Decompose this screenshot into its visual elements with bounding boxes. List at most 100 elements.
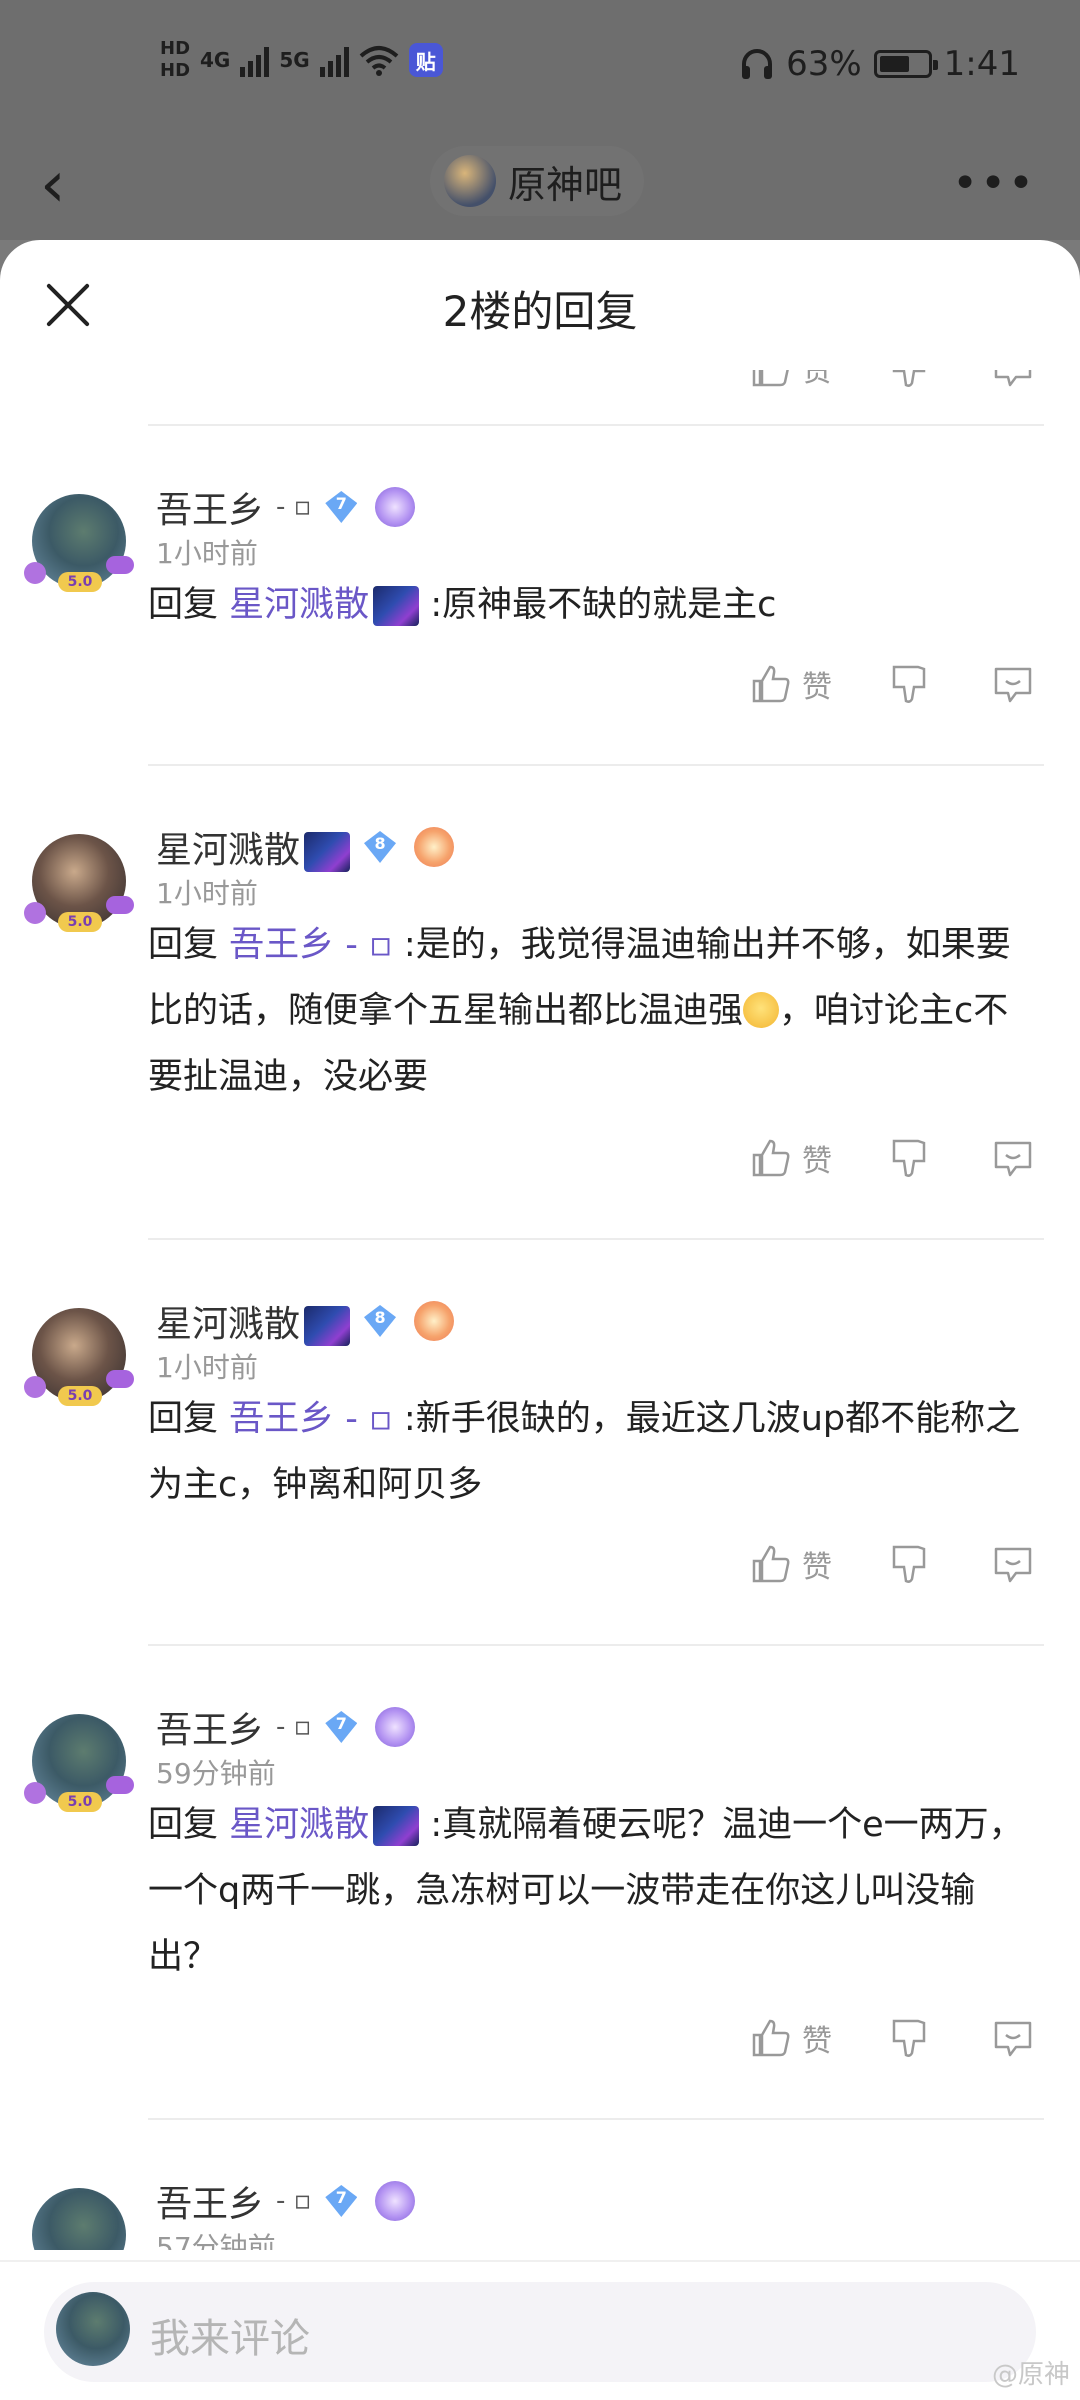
signal-icon xyxy=(240,43,270,77)
username[interactable]: 星河溅散 xyxy=(156,1295,351,1347)
comment-button[interactable] xyxy=(992,2017,1034,2059)
sheet-header: 2楼的回复 xyxy=(0,240,1080,370)
comment-button[interactable] xyxy=(992,1137,1034,1179)
username[interactable]: 星河溅散 xyxy=(156,821,351,873)
comment-icon xyxy=(994,1547,1032,1583)
reply-text: 回复 吾王乡 - ▫ :是的，我觉得温迪输出并不够，如果要比的话，随便拿个五星输… xyxy=(148,912,1028,1110)
reply-prefix: 回复 xyxy=(148,1399,219,1439)
like-button[interactable]: 赞 xyxy=(750,2016,832,2060)
replies-sheet: 2楼的回复 赞 5.0 吾王乡 - ▫ 7 1小时前 回复 星河溅散:原神最不… xyxy=(0,240,1080,2400)
wifi-icon xyxy=(359,46,399,76)
avatar[interactable]: 5.0 xyxy=(24,494,134,592)
avatar[interactable]: 5.0 xyxy=(32,2188,126,2250)
username[interactable]: 吾王乡 xyxy=(156,481,264,533)
galaxy-emoji-icon xyxy=(373,586,420,626)
reply-actions: 赞 xyxy=(750,1136,1034,1180)
mention-link[interactable]: 星河溅散 xyxy=(229,585,420,626)
divider xyxy=(148,764,1044,766)
comment-icon xyxy=(994,667,1032,703)
purple-badge-icon xyxy=(375,2181,416,2221)
avatar-frame: 5.0 xyxy=(24,1370,134,1410)
comment-button[interactable] xyxy=(992,1543,1034,1585)
dislike-button[interactable] xyxy=(888,1137,930,1179)
like-button[interactable]: 赞 xyxy=(750,1136,832,1180)
user-row: 吾王乡 - ▫ 7 xyxy=(156,481,416,533)
galaxy-emoji-icon xyxy=(373,1806,420,1846)
tears-of-joy-emoji-icon xyxy=(743,992,780,1028)
avatar[interactable]: 5.0 xyxy=(24,1308,134,1406)
mention-link[interactable]: 星河溅散 xyxy=(229,1805,420,1846)
comment-placeholder[interactable]: 我来评论 xyxy=(150,2306,310,2364)
username[interactable]: 吾王乡 xyxy=(156,1701,264,1753)
like-label: 赞 xyxy=(802,1144,832,1179)
battery-icon xyxy=(873,50,938,78)
tieba-app-icon: 贴 xyxy=(408,43,443,77)
forum-pill[interactable]: 原神吧 xyxy=(430,146,645,216)
forum-name: 原神吧 xyxy=(508,162,623,207)
mention-link[interactable]: 吾王乡 - ▫ xyxy=(229,1399,393,1439)
mention-link[interactable]: 吾王乡 - ▫ xyxy=(229,925,393,965)
clock: 1:41 xyxy=(943,44,1020,84)
like-button[interactable]: 赞 xyxy=(750,662,832,706)
avatar[interactable]: 5.0 xyxy=(24,834,134,932)
comment-icon xyxy=(994,2021,1032,2057)
comment-icon xyxy=(994,370,1032,387)
level-gem-icon: 8 xyxy=(362,1303,402,1339)
dislike-button[interactable] xyxy=(888,1543,930,1585)
reply-prefix: 回复 xyxy=(148,925,219,965)
level-gem-icon: 7 xyxy=(323,2183,363,2219)
thumbs-down-icon xyxy=(892,370,926,387)
hd-label: HD xyxy=(160,60,191,81)
status-left: HD HD 4G 5G 贴 xyxy=(160,38,443,82)
watermark: @原神 xyxy=(991,2360,1070,2390)
forum-avatar xyxy=(444,155,496,207)
more-button[interactable]: ••• xyxy=(952,158,1036,209)
divider xyxy=(148,2118,1044,2120)
purple-badge-icon xyxy=(375,1707,416,1747)
thumbs-down-icon xyxy=(892,665,926,703)
orange-badge-icon xyxy=(414,1301,455,1341)
forum-header: ‹ 原神吧 ••• xyxy=(0,140,1080,240)
comment-icon xyxy=(994,1141,1032,1177)
level-gem-icon: 7 xyxy=(323,1709,363,1745)
username-suffix: - ▫ xyxy=(276,1712,312,1742)
avatar[interactable]: 5.0 xyxy=(24,1714,134,1812)
orange-badge-icon xyxy=(414,827,455,867)
dislike-button[interactable] xyxy=(888,663,930,705)
signal-icon xyxy=(319,43,349,77)
dislike-button[interactable] xyxy=(888,370,930,389)
hd-label: HD xyxy=(160,38,191,59)
reply-text: 回复 吾王乡 - ▫ :新手很缺的，最近这几波up都不能称之为主c，钟离和阿贝多 xyxy=(148,1386,1028,1518)
timestamp: 1小时前 xyxy=(156,1351,258,1384)
comment-button[interactable] xyxy=(992,370,1034,389)
galaxy-emoji-icon xyxy=(304,832,351,872)
reply-prefix: 回复 xyxy=(148,1805,219,1845)
username[interactable]: 吾王乡 xyxy=(156,2175,264,2227)
avatar-frame: 5.0 xyxy=(24,1776,134,1816)
divider xyxy=(148,424,1044,426)
like-label: 赞 xyxy=(802,370,832,389)
like-button[interactable]: 赞 xyxy=(750,370,832,390)
user-row: 吾王乡 - ▫ 7 xyxy=(156,2175,416,2227)
reply-text: 回复 星河溅散 :真就隔着硬云呢？温迪一个e一两万，一个q两千一跳，急冻树可以一… xyxy=(148,1792,1028,1990)
thumbs-up-icon xyxy=(752,370,789,387)
like-button[interactable]: 赞 xyxy=(750,1542,832,1586)
thumbs-down-icon xyxy=(892,1545,926,1583)
reply-list[interactable]: 赞 5.0 吾王乡 - ▫ 7 1小时前 回复 星河溅散:原神最不缺的就是主c… xyxy=(0,370,1080,2250)
timestamp: 1小时前 xyxy=(156,537,258,570)
reply-prefix: 回复 xyxy=(148,585,219,625)
reply-actions: 赞 xyxy=(750,1542,1034,1586)
network-5g-label: 5G xyxy=(279,48,310,72)
my-avatar[interactable] xyxy=(56,2292,130,2366)
username-suffix: - ▫ xyxy=(276,492,312,522)
thumbs-up-icon xyxy=(752,1139,790,1177)
level-gem-icon: 7 xyxy=(323,489,363,525)
dislike-button[interactable] xyxy=(888,2017,930,2059)
back-button[interactable]: ‹ xyxy=(40,150,90,220)
level-gem-icon: 8 xyxy=(362,829,402,865)
comment-button[interactable] xyxy=(992,663,1034,705)
timestamp: 59分钟前 xyxy=(156,1757,276,1790)
divider xyxy=(148,1238,1044,1240)
avatar-frame: 5.0 xyxy=(24,556,134,596)
network-4g-label: 4G xyxy=(200,48,231,72)
